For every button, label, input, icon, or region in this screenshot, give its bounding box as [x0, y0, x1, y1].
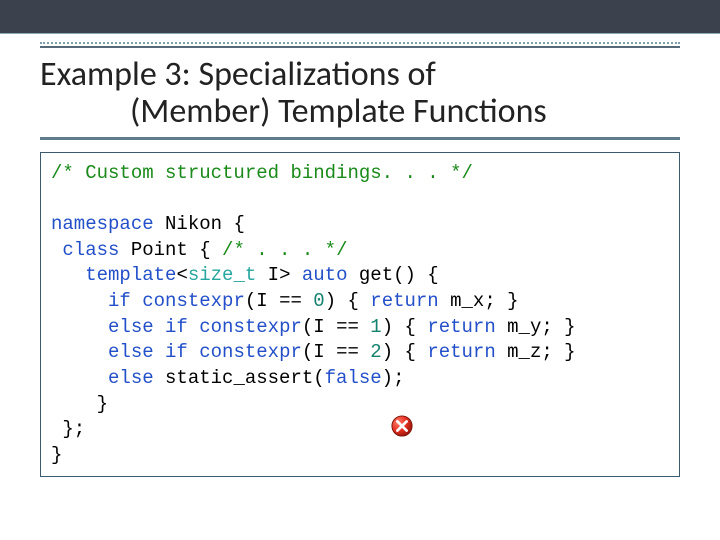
title-line-2: (Member) Template Functions — [40, 93, 680, 130]
num-0: 0 — [313, 290, 324, 312]
kw-constexpr-2: constexpr — [199, 341, 302, 363]
kw-if-2: if — [165, 341, 188, 363]
static-assert: static_assert( — [154, 367, 325, 389]
class-comment: /* . . . */ — [222, 239, 347, 261]
kw-false: false — [325, 367, 382, 389]
slide-top-bar — [0, 0, 720, 34]
slide-title: Example 3: Specializations of (Member) T… — [40, 56, 680, 131]
num-2: 2 — [370, 341, 381, 363]
kw-namespace: namespace — [51, 213, 154, 235]
line-rule — [40, 46, 680, 48]
cond0-close: ) { — [325, 290, 371, 312]
kw-else-2: else — [108, 341, 154, 363]
code-comment: /* Custom structured bindings. . . */ — [51, 162, 473, 184]
cond0-open: (I == — [245, 290, 313, 312]
get-sig: get() { — [347, 264, 438, 286]
ret-mx: m_x; } — [439, 290, 519, 312]
tmpl-param: I> — [256, 264, 302, 286]
slide-content: Example 3: Specializations of (Member) T… — [0, 42, 720, 477]
kw-return-1: return — [427, 316, 495, 338]
kw-return-0: return — [370, 290, 438, 312]
class-name: Point { — [119, 239, 222, 261]
ret-mz: m_z; } — [496, 341, 576, 363]
cond1-close: ) { — [382, 316, 428, 338]
error-icon — [368, 390, 390, 412]
ns-name: Nikon { — [154, 213, 245, 235]
kw-auto: auto — [302, 264, 348, 286]
cond2-close: ) { — [382, 341, 428, 363]
kw-constexpr-1: constexpr — [199, 316, 302, 338]
brace-close-1: } — [51, 393, 108, 415]
sa-close: ); — [382, 367, 405, 389]
kw-if: if — [108, 290, 131, 312]
code-box: /* Custom structured bindings. . . */ na… — [40, 152, 680, 478]
title-line-1: Example 3: Specializations of — [40, 54, 436, 95]
brace-close-3: } — [51, 444, 62, 466]
kw-return-2: return — [427, 341, 495, 363]
cond2-open: (I == — [302, 341, 370, 363]
kw-template: template — [85, 264, 176, 286]
dotted-rule — [40, 42, 680, 44]
ret-my: m_y; } — [496, 316, 576, 338]
kw-else-1: else — [108, 316, 154, 338]
title-underline — [40, 137, 680, 140]
brace-close-2: }; — [51, 418, 85, 440]
cond1-open: (I == — [302, 316, 370, 338]
num-1: 1 — [370, 316, 381, 338]
type-size_t: size_t — [188, 264, 256, 286]
kw-constexpr: constexpr — [142, 290, 245, 312]
kw-if-1: if — [165, 316, 188, 338]
kw-else-3: else — [108, 367, 154, 389]
kw-class: class — [62, 239, 119, 261]
